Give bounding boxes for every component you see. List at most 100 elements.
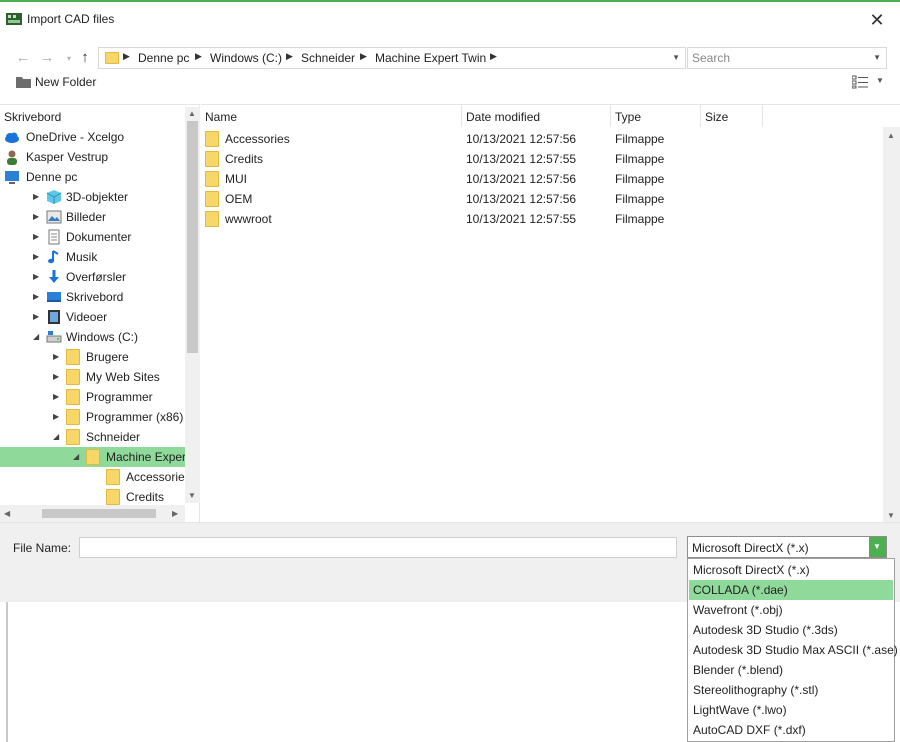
tree-item[interactable]: ▶ Programmer (x86) xyxy=(0,407,185,427)
collapse-arrow-icon[interactable]: ▶ xyxy=(33,272,39,281)
chevron-down-icon[interactable]: ▼ xyxy=(873,53,881,62)
file-row[interactable]: MUI 10/13/2021 12:57:56 Filmappe xyxy=(201,169,881,189)
collapse-arrow-icon[interactable]: ▶ xyxy=(33,232,39,241)
file-type-option[interactable]: Autodesk 3D Studio (*.3ds) xyxy=(689,620,893,640)
tree-item[interactable]: ▶ Brugere xyxy=(0,347,185,367)
download-icon xyxy=(46,269,62,285)
chevron-down-icon[interactable]: ▼ xyxy=(876,76,884,85)
file-date: 10/13/2021 12:57:56 xyxy=(466,172,577,186)
collapse-arrow-icon[interactable]: ▶ xyxy=(33,252,39,261)
collapse-arrow-icon[interactable]: ▶ xyxy=(33,292,39,301)
tree-item[interactable]: ▶ Musik xyxy=(0,247,185,267)
scroll-down-icon[interactable]: ▼ xyxy=(188,491,196,500)
tree-item[interactable]: Kasper Vestrup xyxy=(0,147,185,167)
tree-item[interactable]: Denne pc xyxy=(0,167,185,187)
tree-item[interactable]: ◢ Schneider xyxy=(0,427,185,447)
file-type-option-label: COLLADA (*.dae) xyxy=(693,583,788,597)
file-type-option[interactable]: Microsoft DirectX (*.x) xyxy=(689,560,893,580)
file-type-dropdown-button[interactable]: ▼ xyxy=(869,537,886,557)
scrollbar-thumb[interactable] xyxy=(42,509,156,518)
collapse-arrow-icon[interactable]: ▶ xyxy=(53,392,59,401)
file-row[interactable]: Credits 10/13/2021 12:57:55 Filmappe xyxy=(201,149,881,169)
chevron-down-icon[interactable]: ▼ xyxy=(672,53,680,62)
tree-item[interactable]: ▶ Programmer xyxy=(0,387,185,407)
file-type-option[interactable]: AutoCAD DXF (*.dxf) xyxy=(689,720,893,740)
file-type-option[interactable]: Stereolithography (*.stl) xyxy=(689,680,893,700)
file-type-option[interactable]: Wavefront (*.obj) xyxy=(689,600,893,620)
tree-item[interactable]: ▶ 3D-objekter xyxy=(0,187,185,207)
scroll-left-icon[interactable]: ◀ xyxy=(4,509,10,518)
collapse-arrow-icon[interactable]: ▶ xyxy=(53,372,59,381)
search-input[interactable] xyxy=(692,50,862,66)
collapse-arrow-icon[interactable]: ▶ xyxy=(53,412,59,421)
view-options-icon[interactable] xyxy=(852,75,868,89)
column-header-label: Name xyxy=(205,110,238,124)
breadcrumb-item[interactable]: Machine Expert Twin xyxy=(375,51,486,65)
breadcrumb-item[interactable]: Windows (C:) xyxy=(210,51,282,65)
tree-item-label: Kasper Vestrup xyxy=(26,150,109,164)
up-icon[interactable]: ↑ xyxy=(76,49,94,67)
close-button[interactable]: ✕ xyxy=(862,6,892,34)
column-header-label: Size xyxy=(705,110,729,124)
expand-arrow-icon[interactable]: ◢ xyxy=(53,432,59,441)
tree-item[interactable]: Credits xyxy=(0,487,185,507)
expand-arrow-icon[interactable]: ◢ xyxy=(33,332,39,341)
column-header-type[interactable]: Type xyxy=(611,105,701,127)
close-icon: ✕ xyxy=(869,10,885,30)
file-name-label: File Name: xyxy=(13,541,72,555)
file-type-select[interactable]: Microsoft DirectX (*.x) ▼ xyxy=(687,536,887,558)
tree-item-label: OneDrive - Xcelgo xyxy=(26,130,125,144)
new-folder-button[interactable]: New Folder xyxy=(35,75,96,89)
desktop-icon xyxy=(46,289,62,305)
file-row[interactable]: OEM 10/13/2021 12:57:56 Filmappe xyxy=(201,189,881,209)
scroll-right-icon[interactable]: ▶ xyxy=(172,509,178,518)
tree-item[interactable]: ▶ My Web Sites xyxy=(0,367,185,387)
drive-icon xyxy=(46,329,62,345)
file-type-option[interactable]: COLLADA (*.dae) xyxy=(689,580,893,600)
toolbar: New Folder ▼ xyxy=(0,72,900,94)
file-type-option[interactable]: Blender (*.blend) xyxy=(689,660,893,680)
tree-item[interactable]: OneDrive - Xcelgo xyxy=(0,127,185,147)
file-date: 10/13/2021 12:57:56 xyxy=(466,192,577,206)
tree-item[interactable]: ▶ Dokumenter xyxy=(0,227,185,247)
folder-icon xyxy=(205,171,219,187)
tree-item[interactable]: ◢ Machine Expert Twin xyxy=(0,447,185,467)
collapse-arrow-icon[interactable]: ▶ xyxy=(53,352,59,361)
scroll-up-icon[interactable]: ▲ xyxy=(188,109,196,118)
tree-item[interactable]: ◢ Windows (C:) xyxy=(0,327,185,347)
scroll-down-icon[interactable]: ▼ xyxy=(887,511,895,520)
collapse-arrow-icon[interactable]: ▶ xyxy=(33,192,39,201)
tree-vertical-scrollbar[interactable]: ▲ ▼ xyxy=(185,107,200,503)
back-icon[interactable]: ← xyxy=(14,49,32,67)
forward-icon[interactable]: → xyxy=(38,49,56,67)
column-header-date[interactable]: Date modified xyxy=(462,105,611,127)
tree-item-label: Schneider xyxy=(86,430,141,444)
file-list-scrollbar[interactable]: ▲ ▼ xyxy=(883,127,900,523)
tree-horizontal-scrollbar[interactable]: ◀ ▶ xyxy=(0,505,185,522)
column-header-name[interactable]: Name xyxy=(201,105,462,127)
tree-item[interactable]: ▶ Skrivebord xyxy=(0,287,185,307)
file-type-option[interactable]: LightWave (*.lwo) xyxy=(689,700,893,720)
scrollbar-thumb[interactable] xyxy=(187,121,198,353)
tree-item[interactable]: ▶ Billeder xyxy=(0,207,185,227)
address-bar[interactable]: ▶ Denne pc ▶ Windows (C:) ▶ Schneider ▶ … xyxy=(98,47,686,69)
file-name-input[interactable] xyxy=(79,537,677,558)
breadcrumb-item[interactable]: Denne pc xyxy=(138,51,189,65)
column-header-size[interactable]: Size xyxy=(701,105,763,127)
scroll-up-icon[interactable]: ▲ xyxy=(887,131,895,140)
tree-item[interactable]: ▶ Videoer xyxy=(0,307,185,327)
breadcrumb-item[interactable]: Schneider xyxy=(301,51,355,65)
file-type-option[interactable]: Autodesk 3D Studio Max ASCII (*.ase) xyxy=(689,640,898,660)
expand-arrow-icon[interactable]: ◢ xyxy=(73,452,79,461)
file-row[interactable]: wwwroot 10/13/2021 12:57:55 Filmappe xyxy=(201,209,881,229)
tree-item[interactable]: Skrivebord xyxy=(0,107,185,127)
chevron-down-icon: ▼ xyxy=(873,542,881,551)
file-row[interactable]: Accessories 10/13/2021 12:57:56 Filmappe xyxy=(201,129,881,149)
collapse-arrow-icon[interactable]: ▶ xyxy=(33,312,39,321)
background-window-border xyxy=(6,602,8,742)
tree-item[interactable]: ▶ Overførsler xyxy=(0,267,185,287)
file-type-dropdown-list: Microsoft DirectX (*.x) COLLADA (*.dae) Wa… xyxy=(687,558,898,742)
file-type-option-label: AutoCAD DXF (*.dxf) xyxy=(693,723,806,737)
collapse-arrow-icon[interactable]: ▶ xyxy=(33,212,39,221)
tree-item[interactable]: Accessories xyxy=(0,467,185,487)
